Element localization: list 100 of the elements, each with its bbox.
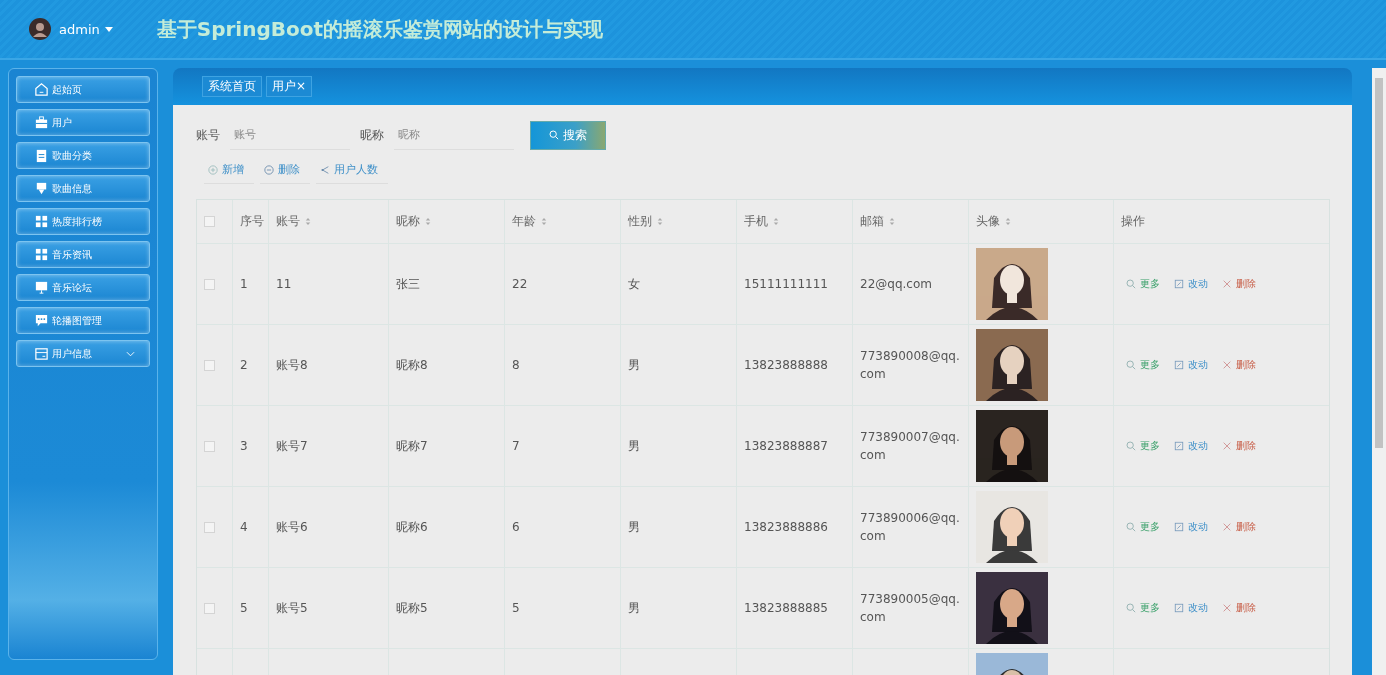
table-cell-text: 773890005@qq.com bbox=[860, 591, 961, 626]
search-button[interactable]: 搜索 bbox=[530, 120, 606, 150]
menu-icon bbox=[34, 115, 49, 130]
table-cell-text: 账号8 bbox=[276, 357, 309, 374]
sidebar-item[interactable]: 音乐论坛 bbox=[16, 274, 150, 301]
search-field[interactable]: 昵称 bbox=[394, 120, 514, 150]
plus-circle-icon bbox=[208, 164, 218, 175]
search-field[interactable]: 账号 bbox=[230, 120, 350, 150]
toolbar-button[interactable]: 用户人数 bbox=[316, 158, 388, 184]
column-header[interactable]: 操作 bbox=[1121, 213, 1145, 230]
menu-icon bbox=[34, 214, 49, 229]
row-action-link[interactable]: 更多 bbox=[1126, 601, 1160, 615]
table-cell-text: 张三 bbox=[396, 276, 421, 293]
menu-icon bbox=[34, 181, 49, 196]
row-action-link[interactable]: 改动 bbox=[1174, 277, 1208, 291]
menu-icon bbox=[34, 280, 49, 295]
checkbox[interactable] bbox=[204, 278, 215, 290]
table-cell-text: 女 bbox=[628, 276, 641, 293]
user-avatar[interactable] bbox=[29, 18, 51, 40]
row-action-link[interactable]: 改动 bbox=[1174, 520, 1208, 534]
edit-icon bbox=[1174, 441, 1184, 451]
row-action-link[interactable]: 删除 bbox=[1222, 277, 1256, 291]
search-icon bbox=[1126, 360, 1136, 370]
menu-icon bbox=[34, 346, 49, 361]
row-action-link[interactable]: 删除 bbox=[1222, 601, 1256, 615]
row-action-link[interactable]: 改动 bbox=[1174, 358, 1208, 372]
toolbar-button[interactable]: 新增 bbox=[204, 158, 254, 184]
sidebar-item[interactable]: 用户信息 bbox=[16, 340, 150, 367]
table-cell-text: 5 bbox=[512, 600, 521, 617]
sidebar-item[interactable]: 用户 bbox=[16, 109, 150, 136]
column-header[interactable]: 年龄 bbox=[512, 213, 547, 230]
menu-icon bbox=[34, 313, 49, 328]
table-cell-text: 5 bbox=[240, 600, 249, 617]
page-tab[interactable]: 系统首页 bbox=[202, 76, 262, 97]
sort-icon bbox=[305, 217, 311, 226]
menu-icon bbox=[34, 247, 49, 262]
table-cell-text: 3 bbox=[240, 438, 249, 455]
close-icon bbox=[1222, 441, 1232, 451]
row-action-link[interactable]: 改动 bbox=[1174, 601, 1208, 615]
checkbox[interactable] bbox=[204, 440, 215, 452]
table-cell-text: 男 bbox=[628, 438, 641, 455]
caret-icon[interactable] bbox=[104, 26, 113, 32]
checkbox[interactable] bbox=[204, 602, 215, 614]
table-cell-text: 8 bbox=[512, 357, 521, 374]
sort-icon bbox=[773, 217, 779, 226]
checkbox[interactable] bbox=[204, 521, 215, 533]
column-header[interactable]: 账号 bbox=[276, 213, 311, 230]
row-action-link[interactable]: 更多 bbox=[1126, 520, 1160, 534]
sidebar-item[interactable]: 音乐资讯 bbox=[16, 241, 150, 268]
table-cell-text: 22 bbox=[512, 276, 529, 293]
checkbox[interactable] bbox=[204, 216, 215, 227]
scrollbar[interactable] bbox=[1372, 68, 1386, 675]
table-cell-text: 男 bbox=[628, 519, 641, 536]
table-cell-text: 773890006@qq.com bbox=[860, 510, 961, 545]
search-icon bbox=[549, 130, 559, 140]
table-cell-text: 男 bbox=[628, 357, 641, 374]
table-cell-text: 男 bbox=[628, 600, 641, 617]
checkbox[interactable] bbox=[204, 359, 215, 371]
toolbar-button[interactable]: 删除 bbox=[260, 158, 310, 184]
row-action-link[interactable]: 删除 bbox=[1222, 520, 1256, 534]
close-icon bbox=[1222, 279, 1232, 289]
column-header[interactable]: 昵称 bbox=[396, 213, 431, 230]
search-icon bbox=[1126, 441, 1136, 451]
sidebar-item[interactable]: 热度排行榜 bbox=[16, 208, 150, 235]
chevron-icon bbox=[126, 350, 135, 357]
table-cell-text: 账号5 bbox=[276, 600, 309, 617]
column-header[interactable]: 性别 bbox=[628, 213, 663, 230]
site-title: 基于SpringBoot的摇滚乐鉴赏网站的设计与实现 bbox=[156, 15, 603, 43]
row-action-link[interactable]: 改动 bbox=[1174, 439, 1208, 453]
column-header[interactable]: 序号 bbox=[240, 213, 264, 230]
column-header[interactable]: 手机 bbox=[744, 213, 779, 230]
sidebar-item[interactable]: 起始页 bbox=[16, 76, 150, 103]
table-cell-text: 昵称6 bbox=[396, 519, 429, 536]
row-action-link[interactable]: 删除 bbox=[1222, 358, 1256, 372]
table-cell-text: 7 bbox=[512, 438, 521, 455]
menu-icon bbox=[34, 82, 49, 97]
table-cell-text: 账号6 bbox=[276, 519, 309, 536]
row-action-link[interactable]: 删除 bbox=[1222, 439, 1256, 453]
row-action-link[interactable]: 更多 bbox=[1126, 439, 1160, 453]
sidebar-item[interactable]: 歌曲分类 bbox=[16, 142, 150, 169]
sidebar-item[interactable]: 轮播图管理 bbox=[16, 307, 150, 334]
sort-icon bbox=[1005, 217, 1011, 226]
column-header[interactable]: 邮箱 bbox=[860, 213, 895, 230]
field-label: 昵称 bbox=[360, 126, 384, 144]
sidebar-item[interactable]: 歌曲信息 bbox=[16, 175, 150, 202]
column-header[interactable]: 头像 bbox=[976, 213, 1011, 230]
table-cell-text: 昵称8 bbox=[396, 357, 429, 374]
user-menu[interactable]: admin bbox=[59, 21, 100, 37]
page-tab[interactable]: 用户× bbox=[266, 76, 313, 97]
table-cell-text: 11 bbox=[276, 276, 293, 293]
row-action-link[interactable]: 更多 bbox=[1126, 277, 1160, 291]
sort-icon bbox=[425, 217, 431, 226]
table-cell-text: 13823888888 bbox=[744, 357, 829, 374]
table-cell-text: 15111111111 bbox=[744, 276, 829, 293]
search-icon bbox=[1126, 603, 1136, 613]
table-cell-text: 773890008@qq.com bbox=[860, 348, 961, 383]
field-label: 账号 bbox=[196, 126, 220, 144]
edit-icon bbox=[1174, 279, 1184, 289]
row-action-link[interactable]: 更多 bbox=[1126, 358, 1160, 372]
table-cell-text: 22@qq.com bbox=[860, 276, 933, 293]
